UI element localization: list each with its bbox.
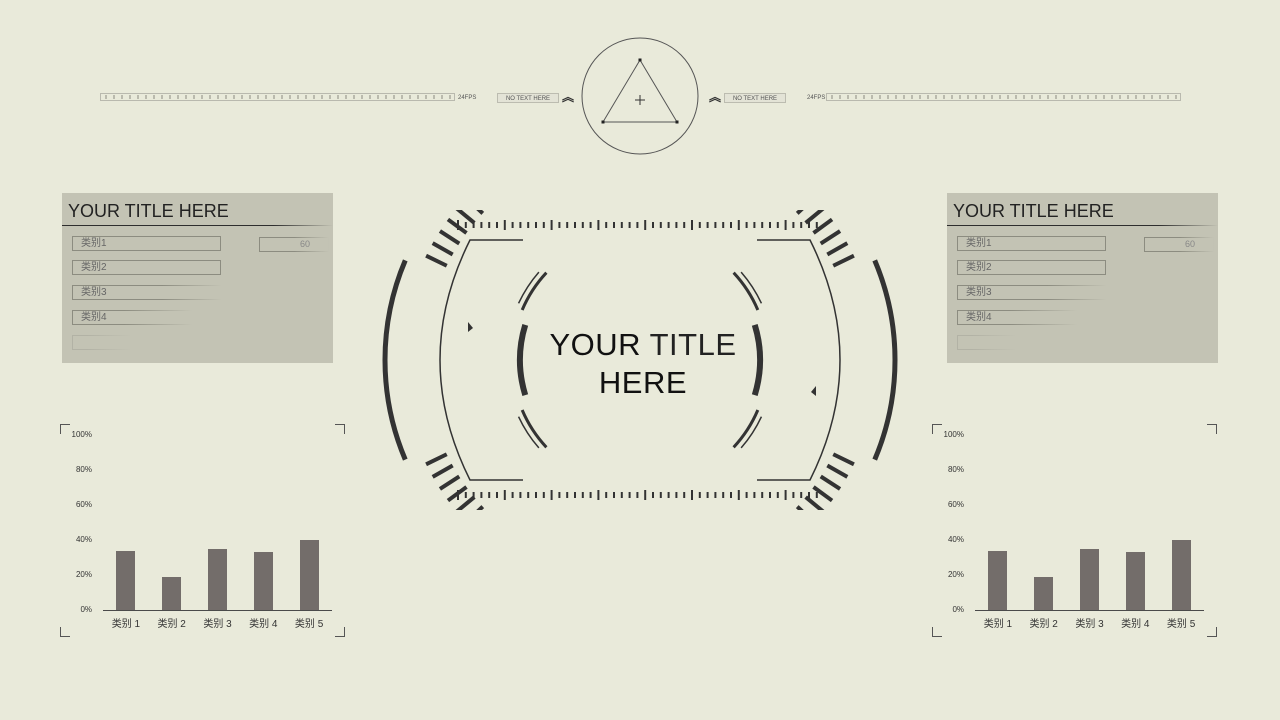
category-field-5[interactable]: [72, 335, 221, 350]
x-tick-label: 类别 5: [1166, 619, 1196, 630]
category-field-2[interactable]: 类别2: [957, 260, 1106, 275]
bar: [1125, 552, 1145, 610]
bar: [253, 552, 273, 610]
hud-frame-right: [757, 239, 841, 481]
right-info-panel: YOUR TITLE HERE 类别1 60 类别2 类别3 类别4: [947, 193, 1218, 363]
hud-segment-left: [455, 210, 476, 225]
x-tick-label: 类别 4: [249, 619, 278, 630]
hud-segment-left: [425, 452, 448, 467]
hud-segment-right: [819, 474, 842, 491]
bar: [1171, 540, 1191, 610]
panel-title: YOUR TITLE HERE: [953, 201, 1114, 221]
hud-segment-left: [431, 241, 454, 257]
hud-segment-left: [438, 474, 461, 491]
chart-corner-bracket: [1207, 627, 1217, 637]
value-field[interactable]: 60: [1144, 237, 1214, 252]
center-title: YOUR TITLE HERE: [520, 326, 766, 402]
left-tag: NO TEXT HERE: [497, 93, 559, 103]
left-chevron-up-icon: ︽: [562, 90, 574, 104]
left-bar-chart: 0% 20% 40% 60% 80% 100% 类别 1 类别 2 类别 3 类别 4 类别 5: [60, 424, 345, 637]
panel-divider: [62, 225, 333, 226]
right-tag: NO TEXT HERE: [724, 93, 786, 103]
bar: [1080, 548, 1099, 610]
category-field-5[interactable]: [957, 335, 1106, 350]
y-tick-label: 100%: [943, 430, 964, 439]
hud-segment-right: [832, 452, 855, 467]
x-tick-label: 类别 2: [157, 619, 186, 630]
bar: [116, 550, 136, 610]
chart-corner-bracket: [932, 627, 942, 637]
category-field-3[interactable]: 类别3: [72, 285, 221, 300]
x-tick-label: 类别 1: [983, 619, 1013, 630]
y-tick-label: 40%: [75, 535, 92, 544]
hud-marker: [811, 386, 816, 396]
hud-segment-left: [438, 229, 461, 246]
y-tick-label: 20%: [75, 570, 92, 579]
chart-corner-bracket: [335, 424, 345, 434]
center-title-word-title: TITLE: [649, 327, 737, 362]
value-field[interactable]: 60: [259, 237, 329, 252]
category-field-4[interactable]: 类别4: [72, 310, 221, 325]
category-field-4[interactable]: 类别4: [957, 310, 1106, 325]
y-tick-label: 80%: [75, 465, 92, 474]
y-tick-label: 80%: [947, 465, 964, 474]
panel-title: YOUR TITLE HERE: [68, 201, 229, 221]
x-axis-line: [103, 610, 332, 611]
hud-segment-right: [826, 463, 849, 479]
x-tick-label: 类别 3: [203, 619, 232, 630]
hud-segment-left: [425, 253, 448, 268]
hud-segment-right: [804, 210, 825, 225]
hud-segment-right: [795, 505, 804, 510]
category-field-3[interactable]: 类别3: [957, 285, 1106, 300]
hud-segment-right: [819, 229, 842, 246]
center-title-line2: HERE: [598, 365, 688, 400]
y-tick-label: 60%: [947, 500, 964, 509]
hud-segment-left: [455, 495, 476, 510]
bar: [208, 548, 227, 610]
center-title-word-your: YOUR: [549, 327, 642, 362]
triangle-target-icon: [581, 37, 699, 155]
chart-corner-bracket: [335, 627, 345, 637]
hud-outer-arc-left: [382, 259, 408, 461]
y-tick-label: 60%: [75, 500, 92, 509]
y-tick-label: 100%: [71, 430, 92, 439]
left-fps-label: 24FPS: [458, 95, 477, 101]
y-tick-label: 20%: [947, 570, 964, 579]
chart-corner-bracket: [1207, 424, 1217, 434]
x-axis-line: [975, 610, 1204, 611]
x-tick-label: 类别 5: [294, 619, 324, 630]
hud-segment-right: [832, 253, 855, 268]
x-tick-label: 类别 2: [1029, 619, 1058, 630]
x-tick-label: 类别 1: [111, 619, 141, 630]
hud-segment-left: [476, 505, 485, 510]
left-timeline-ruler: [100, 93, 455, 101]
right-chevron-up-icon: ︽: [709, 90, 721, 104]
x-tick-label: 类别 4: [1121, 619, 1150, 630]
bar: [988, 550, 1008, 610]
y-tick-label: 40%: [947, 535, 964, 544]
hud-frame-left: [439, 239, 523, 481]
hud-marker: [468, 322, 473, 332]
panel-divider: [947, 225, 1218, 226]
bar: [299, 540, 319, 610]
category-field-1[interactable]: 类别1: [72, 236, 221, 251]
hud-outer-arc-right: [872, 259, 898, 461]
hud-segment-left: [431, 463, 454, 479]
hud-segment-left: [476, 210, 485, 215]
hud-segment-right: [795, 210, 804, 215]
right-bar-chart: 0% 20% 40% 60% 80% 100% 类别 1 类别 2 类别 3 类别 4 类别 5: [932, 424, 1217, 637]
hud-segment-right: [826, 241, 849, 257]
y-tick-label: 0%: [952, 605, 964, 614]
category-field-2[interactable]: 类别2: [72, 260, 221, 275]
bar: [1034, 576, 1054, 610]
right-timeline-ruler: [826, 93, 1181, 101]
bar: [162, 576, 182, 610]
category-field-1[interactable]: 类别1: [957, 236, 1106, 251]
x-tick-label: 类别 3: [1075, 619, 1104, 630]
left-info-panel: YOUR TITLE HERE 类别1 60 类别2 类别3 类别4: [62, 193, 333, 363]
chart-corner-bracket: [60, 627, 70, 637]
right-fps-label: 24FPS: [807, 95, 826, 101]
y-tick-label: 0%: [80, 605, 92, 614]
hud-segment-right: [804, 495, 825, 510]
